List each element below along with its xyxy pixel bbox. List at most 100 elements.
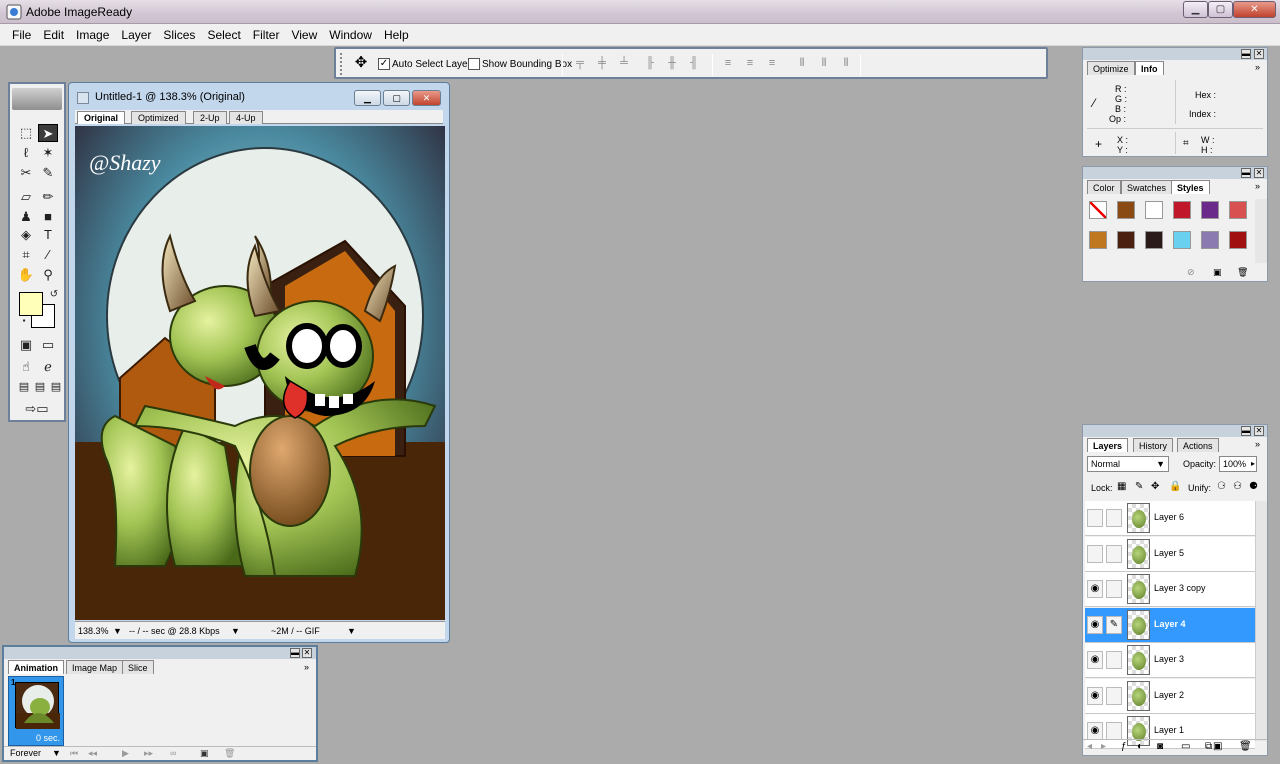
file-size-dropdown-icon[interactable]: ▼ (347, 626, 356, 636)
file-size[interactable]: ~2M / -- GIF (271, 626, 320, 636)
tween-icon[interactable]: ∞ (170, 748, 176, 758)
foreground-color-swatch[interactable] (19, 292, 43, 316)
visibility-eye-icon[interactable]: ◉ (1087, 615, 1103, 634)
align-bottom-icon[interactable]: ╧ (616, 57, 632, 71)
zoom-dropdown-icon[interactable]: ▼ (113, 626, 122, 636)
previous-frame-icon[interactable]: ◂◂ (88, 748, 97, 759)
visibility-eye-icon[interactable]: ◉ (1087, 722, 1103, 740)
layer-link-brush-icon[interactable] (1106, 722, 1122, 740)
menu-file[interactable]: File (6, 24, 37, 45)
tab-info[interactable]: Info (1135, 61, 1164, 75)
lock-transparency-icon[interactable]: ▦ (1117, 481, 1126, 492)
slice-visibility-icon[interactable]: ▭ (38, 336, 58, 354)
document-canvas[interactable]: @Shazy (75, 126, 445, 620)
palette-menu-icon[interactable]: » (304, 662, 309, 672)
align-left-icon[interactable]: ╟ (642, 57, 658, 71)
new-frame-icon[interactable]: ▣ (200, 748, 209, 759)
rectangular-marquee-tool-icon[interactable]: ⬚ (16, 124, 36, 142)
visibility-eye-icon[interactable]: ◉ (1087, 651, 1103, 669)
tab-slice[interactable]: Slice (122, 660, 154, 674)
palette-menu-icon[interactable]: » (1255, 439, 1260, 449)
layers-scrollbar[interactable] (1255, 501, 1267, 741)
layer-row[interactable]: ◉ Layer 3 copy (1085, 572, 1255, 607)
tab-animation[interactable]: Animation (8, 660, 64, 674)
download-time-dropdown-icon[interactable]: ▼ (231, 626, 240, 636)
animation-frame[interactable]: 1 0 sec. (8, 676, 64, 746)
style-swatch[interactable] (1145, 201, 1163, 219)
move-tool-icon[interactable]: ✥ (350, 53, 372, 75)
menu-window[interactable]: Window (323, 24, 378, 45)
palette-minimize-button[interactable]: ▬ (290, 648, 300, 658)
palette-header[interactable]: ▬ ✕ (1083, 167, 1267, 179)
play-icon[interactable]: ▶ (122, 748, 129, 759)
style-swatch[interactable] (1145, 231, 1163, 249)
style-swatch[interactable] (1229, 201, 1247, 219)
style-swatch[interactable] (1117, 201, 1135, 219)
screen-mode-full-icon[interactable]: ▤ (46, 378, 66, 396)
tab-swatches[interactable]: Swatches (1121, 180, 1173, 194)
blend-mode-select[interactable]: Normal ▼ (1087, 456, 1169, 472)
close-button[interactable]: ✕ (1233, 1, 1276, 18)
palette-menu-icon[interactable]: » (1255, 181, 1260, 191)
palette-close-button[interactable]: ✕ (1254, 168, 1264, 178)
layer-style-icon[interactable]: ƒ (1121, 741, 1127, 752)
visibility-eye-icon[interactable]: ◉ (1087, 686, 1103, 705)
new-layer-icon[interactable]: ▣ (1213, 741, 1222, 752)
zoom-level[interactable]: 138.3% (78, 626, 109, 636)
layer-row[interactable]: ◉ Layer 3 (1085, 643, 1255, 678)
minimize-button[interactable]: ▁ (1183, 1, 1208, 18)
layer-row[interactable]: ◉ ✎ Layer 4 (1085, 607, 1255, 643)
rollover-preview-icon[interactable]: ☝ (16, 358, 36, 376)
style-swatch[interactable] (1201, 231, 1219, 249)
palette-header[interactable]: ▬ ✕ (1083, 48, 1267, 60)
style-swatch[interactable] (1089, 231, 1107, 249)
slice-select-tool-icon[interactable]: ✂ (16, 164, 36, 182)
pencil-tool-icon[interactable]: ✏ (38, 188, 58, 206)
distribute-hcenter-icon[interactable]: ⫴ (816, 57, 832, 71)
palette-minimize-button[interactable]: ▬ (1241, 426, 1251, 436)
lock-image-icon[interactable]: ✎ (1135, 481, 1143, 492)
eyedropper-icon[interactable]: ⁄ (38, 246, 58, 264)
maximize-button[interactable]: ▢ (1208, 1, 1233, 18)
palette-header[interactable]: ▬ ✕ (1083, 425, 1267, 437)
loop-option[interactable]: Forever (10, 748, 41, 758)
menu-view[interactable]: View (285, 24, 323, 45)
swap-colors-icon[interactable]: ↺ (44, 286, 64, 304)
align-right-icon[interactable]: ╢ (686, 57, 702, 71)
unify-visibility-icon[interactable]: ⚇ (1233, 481, 1242, 492)
tab-color[interactable]: Color (1087, 180, 1121, 194)
palette-close-button[interactable]: ✕ (302, 648, 312, 658)
jump-to-photoshop-icon[interactable]: ⇨▭ (18, 400, 56, 418)
align-top-icon[interactable]: ╤ (572, 57, 588, 71)
eraser-tool-icon[interactable]: ▱ (16, 188, 36, 206)
style-swatch[interactable] (1173, 231, 1191, 249)
menu-help[interactable]: Help (378, 24, 415, 45)
visibility-eye-icon[interactable] (1087, 544, 1103, 563)
style-swatch[interactable] (1201, 201, 1219, 219)
palette-minimize-button[interactable]: ▬ (1241, 49, 1251, 59)
align-hcenter-icon[interactable]: ╫ (664, 57, 680, 71)
menu-layer[interactable]: Layer (115, 24, 157, 45)
palette-header[interactable]: ▬ ✕ (4, 647, 316, 659)
style-swatch[interactable] (1173, 201, 1191, 219)
layer-row[interactable]: Layer 5 (1085, 536, 1255, 572)
palette-close-button[interactable]: ✕ (1254, 426, 1264, 436)
tab-4-up[interactable]: 4-Up (229, 111, 263, 124)
hand-tool-icon[interactable]: ✋ (16, 266, 36, 284)
previous-frame-icon[interactable]: ◂ (1087, 741, 1092, 752)
add-mask-icon[interactable]: ◙ (1157, 741, 1163, 752)
menu-slices[interactable]: Slices (157, 24, 201, 45)
lock-all-icon[interactable]: 🔒 (1169, 481, 1181, 492)
layer-link-brush-icon[interactable] (1106, 580, 1122, 598)
distribute-bottom-icon[interactable]: ≡ (764, 57, 780, 71)
tab-styles[interactable]: Styles (1171, 180, 1210, 194)
layer-link-brush-icon[interactable] (1106, 651, 1122, 669)
visibility-eye-icon[interactable]: ◉ (1087, 580, 1103, 598)
preview-in-browser-icon[interactable]: ℯ (38, 358, 58, 376)
layer-link-brush-icon[interactable] (1106, 544, 1122, 563)
move-tool-icon[interactable]: ➤ (38, 124, 58, 142)
unify-style-icon[interactable]: ⚈ (1249, 481, 1258, 492)
align-vcenter-icon[interactable]: ╪ (594, 57, 610, 71)
menu-select[interactable]: Select (201, 24, 246, 45)
delete-frame-icon[interactable]: 🗑 (224, 748, 235, 759)
